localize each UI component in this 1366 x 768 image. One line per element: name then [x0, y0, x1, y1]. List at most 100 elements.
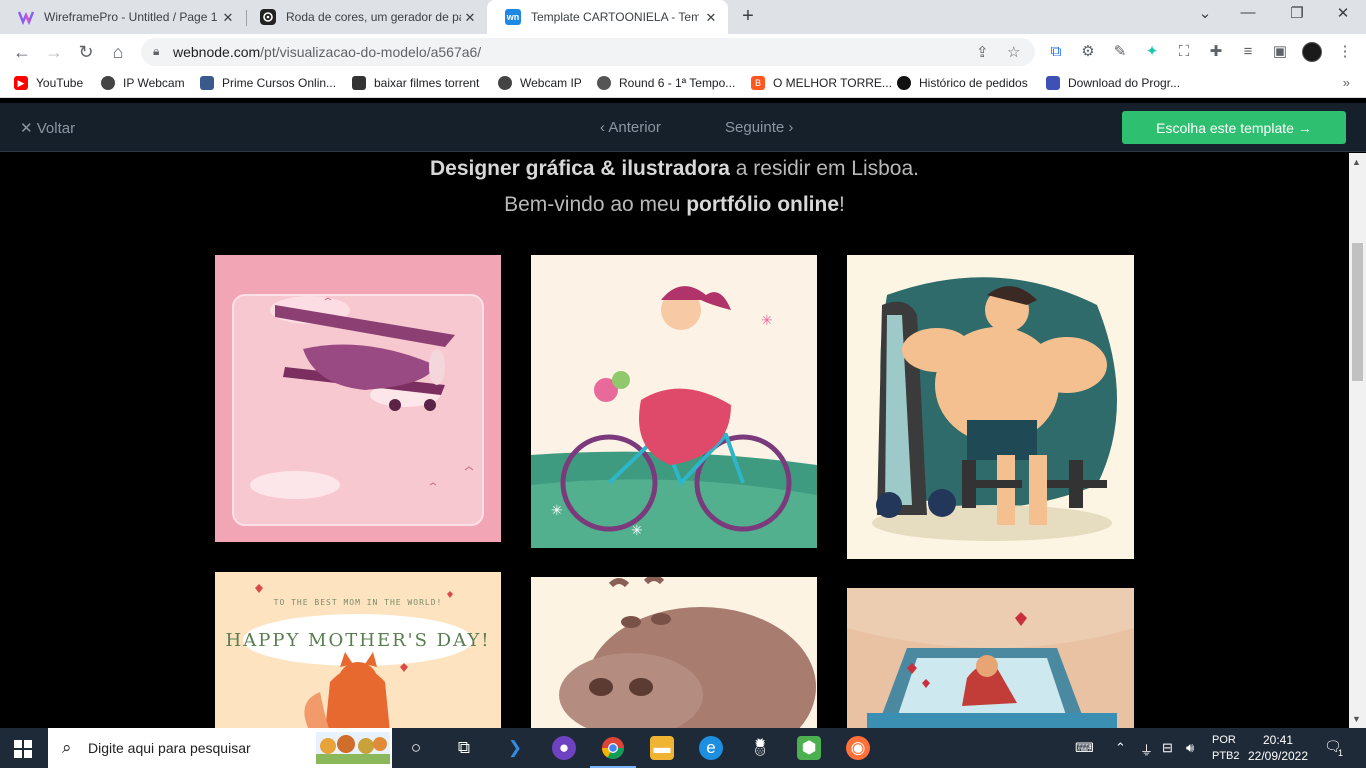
- new-tab-button[interactable]: +: [738, 5, 758, 28]
- minecraft-icon[interactable]: ⬢: [797, 736, 821, 760]
- page-scrollbar[interactable]: ▲ ▼: [1349, 153, 1366, 728]
- input-language[interactable]: POR PTB2: [1212, 732, 1240, 764]
- taskbar-search-box[interactable]: ⌕ Digite aqui para pesquisar: [48, 728, 392, 768]
- back-link[interactable]: ✕ Voltar: [20, 119, 75, 137]
- gallery-card-mothers-day[interactable]: TO THE BEST MOM IN THE WORLD! HAPPY MOTH…: [215, 572, 501, 728]
- close-icon[interactable]: ✕: [704, 10, 718, 26]
- svg-text:✳: ✳: [631, 522, 643, 538]
- mothers-day-small-text: TO THE BEST MOM IN THE WORLD!: [273, 598, 443, 607]
- restore-icon[interactable]: ❐: [1287, 4, 1307, 22]
- vscode-icon[interactable]: ❯: [503, 736, 527, 760]
- bookmark-item[interactable]: IP Webcam: [101, 76, 185, 90]
- close-icon[interactable]: ✕: [221, 10, 235, 26]
- chevron-right-icon: ›: [784, 119, 794, 136]
- cortana-icon[interactable]: ○: [404, 736, 428, 760]
- orders-icon: [897, 76, 911, 90]
- home-icon[interactable]: ⌂: [107, 41, 129, 63]
- bookmark-item[interactable]: Webcam IP: [498, 76, 582, 90]
- url-text[interactable]: webnode.com/pt/visualizacao-do-modelo/a5…: [173, 44, 481, 60]
- previous-link[interactable]: ‹ Anterior: [600, 119, 661, 136]
- bodybuilder-illustration: [872, 277, 1117, 541]
- bookmarks-bar: ▶ YouTube IP Webcam Prime Cursos Onlin...…: [0, 70, 1366, 98]
- back-arrow-icon[interactable]: ←: [11, 41, 33, 63]
- canva-color-icon: [260, 9, 276, 25]
- tab-webnode-template[interactable]: wn Template CARTOONIELA - Templ ✕: [487, 0, 728, 34]
- bicycle-illustration: ✳ ✳ ✳: [531, 286, 817, 548]
- search-placeholder: Digite aqui para pesquisar: [88, 740, 251, 756]
- gallery-card-hippo[interactable]: [531, 577, 817, 728]
- minimize-icon[interactable]: —: [1238, 4, 1258, 21]
- firefox-icon[interactable]: ◉: [846, 736, 870, 760]
- github-desktop-icon[interactable]: ●: [552, 736, 576, 760]
- eyedropper-icon[interactable]: ✎: [1111, 43, 1129, 61]
- gallery-card-airplane[interactable]: [215, 255, 501, 542]
- avatar[interactable]: [1302, 42, 1322, 62]
- gallery-card-bicycle[interactable]: ✳ ✳ ✳: [531, 255, 817, 548]
- search-icon: ⌕: [62, 738, 72, 757]
- template-preview-page: Designer gráfica & ilustradora a residir…: [0, 153, 1349, 728]
- bookmark-item[interactable]: Round 6 - 1ª Tempo...: [597, 76, 735, 90]
- screenshot-icon[interactable]: ⛶: [1175, 43, 1193, 61]
- mothers-day-title: HAPPY MOTHER'S DAY!: [225, 630, 491, 651]
- webnode-icon: wn: [505, 9, 521, 25]
- share-icon[interactable]: ⇪: [976, 43, 989, 61]
- torrent-icon: [352, 76, 366, 90]
- bookmark-item[interactable]: Prime Cursos Onlin...: [200, 76, 336, 90]
- network-icon[interactable]: ⊟: [1162, 740, 1173, 756]
- clock[interactable]: 20:41 22/09/2022: [1238, 732, 1318, 764]
- lock-icon[interactable]: 🔒︎: [153, 44, 159, 59]
- scroll-up-icon[interactable]: ▲: [1352, 157, 1361, 167]
- puzzle-icon[interactable]: ✚: [1207, 43, 1225, 61]
- extension-bird-icon[interactable]: ✦: [1143, 43, 1161, 61]
- download-program-icon: [1046, 76, 1060, 90]
- choose-template-button[interactable]: Escolha este template →: [1122, 111, 1346, 144]
- chrome-icon[interactable]: [601, 736, 625, 760]
- more-bookmarks-icon[interactable]: »: [1343, 75, 1350, 90]
- menu-dots-icon[interactable]: ⋮: [1336, 43, 1354, 61]
- forward-arrow-icon[interactable]: →: [43, 41, 65, 63]
- task-view-icon[interactable]: ⧉: [452, 736, 476, 760]
- webcam-icon: [101, 76, 115, 90]
- svg-text:✳: ✳: [551, 502, 563, 518]
- close-window-icon[interactable]: ✕: [1333, 4, 1353, 22]
- template-preview-header: ✕ Voltar ‹ Anterior Seguinte › Escolha e…: [0, 103, 1366, 152]
- bookmark-item[interactable]: Histórico de pedidos: [897, 76, 1028, 90]
- edge-icon[interactable]: e: [699, 736, 723, 760]
- gallery-card-car[interactable]: [847, 588, 1134, 728]
- media-queue-icon[interactable]: ≡: [1239, 43, 1257, 61]
- side-panel-icon[interactable]: ▣: [1271, 43, 1289, 61]
- bookmark-star-icon[interactable]: ☆: [1007, 43, 1020, 61]
- volume-icon[interactable]: 🔊︎: [1186, 740, 1194, 756]
- tab-wireframepro[interactable]: WireframePro - Untitled / Page 1 ✕: [0, 0, 245, 34]
- tray-expand-icon[interactable]: ⌃: [1115, 740, 1126, 756]
- windows-start-icon[interactable]: [14, 740, 32, 758]
- usb-icon[interactable]: ⏚: [1140, 740, 1153, 759]
- extension-gear-icon[interactable]: ⚙: [1079, 43, 1097, 61]
- next-link[interactable]: Seguinte ›: [725, 119, 793, 136]
- car-illustration: [847, 588, 1134, 728]
- fruit-app-icon[interactable]: 🍍︎: [748, 736, 772, 760]
- svg-text:✳: ✳: [761, 312, 773, 328]
- bookmark-item[interactable]: ▶ YouTube: [14, 76, 83, 90]
- scrollbar-thumb[interactable]: [1352, 243, 1363, 381]
- reload-icon[interactable]: ↻: [75, 41, 97, 63]
- close-icon[interactable]: ✕: [463, 10, 477, 26]
- file-explorer-icon[interactable]: ▬: [650, 736, 674, 760]
- extension-translate-icon[interactable]: ⧉: [1047, 43, 1065, 61]
- address-bar[interactable]: 🔒︎ webnode.com/pt/visualizacao-do-modelo…: [141, 38, 1035, 66]
- bookmark-item[interactable]: BO MELHOR TORRE...: [751, 76, 892, 90]
- keyboard-icon[interactable]: ⌨: [1075, 740, 1094, 756]
- blogger-icon: B: [751, 76, 765, 90]
- bookmark-item[interactable]: baixar filmes torrent: [352, 76, 479, 90]
- gallery-card-bodybuilder[interactable]: [847, 255, 1134, 559]
- notifications-count: 1: [1338, 748, 1344, 758]
- youtube-icon: ▶: [14, 76, 28, 90]
- browser-toolbar: ← → ↻ ⌂ 🔒︎ webnode.com/pt/visualizacao-d…: [0, 34, 1366, 70]
- prime-cursos-icon: [200, 76, 214, 90]
- hippo-illustration: [559, 577, 816, 728]
- windows-taskbar: ⌕ Digite aqui para pesquisar ○ ⧉ ❯ ● ▬ e…: [0, 728, 1366, 768]
- tab-color-wheel[interactable]: Roda de cores, um gerador de pa ✕: [242, 0, 487, 34]
- bookmark-item[interactable]: Download do Progr...: [1046, 76, 1180, 90]
- scroll-down-icon[interactable]: ▼: [1352, 714, 1361, 724]
- tab-search-icon[interactable]: ⌄: [1195, 4, 1215, 22]
